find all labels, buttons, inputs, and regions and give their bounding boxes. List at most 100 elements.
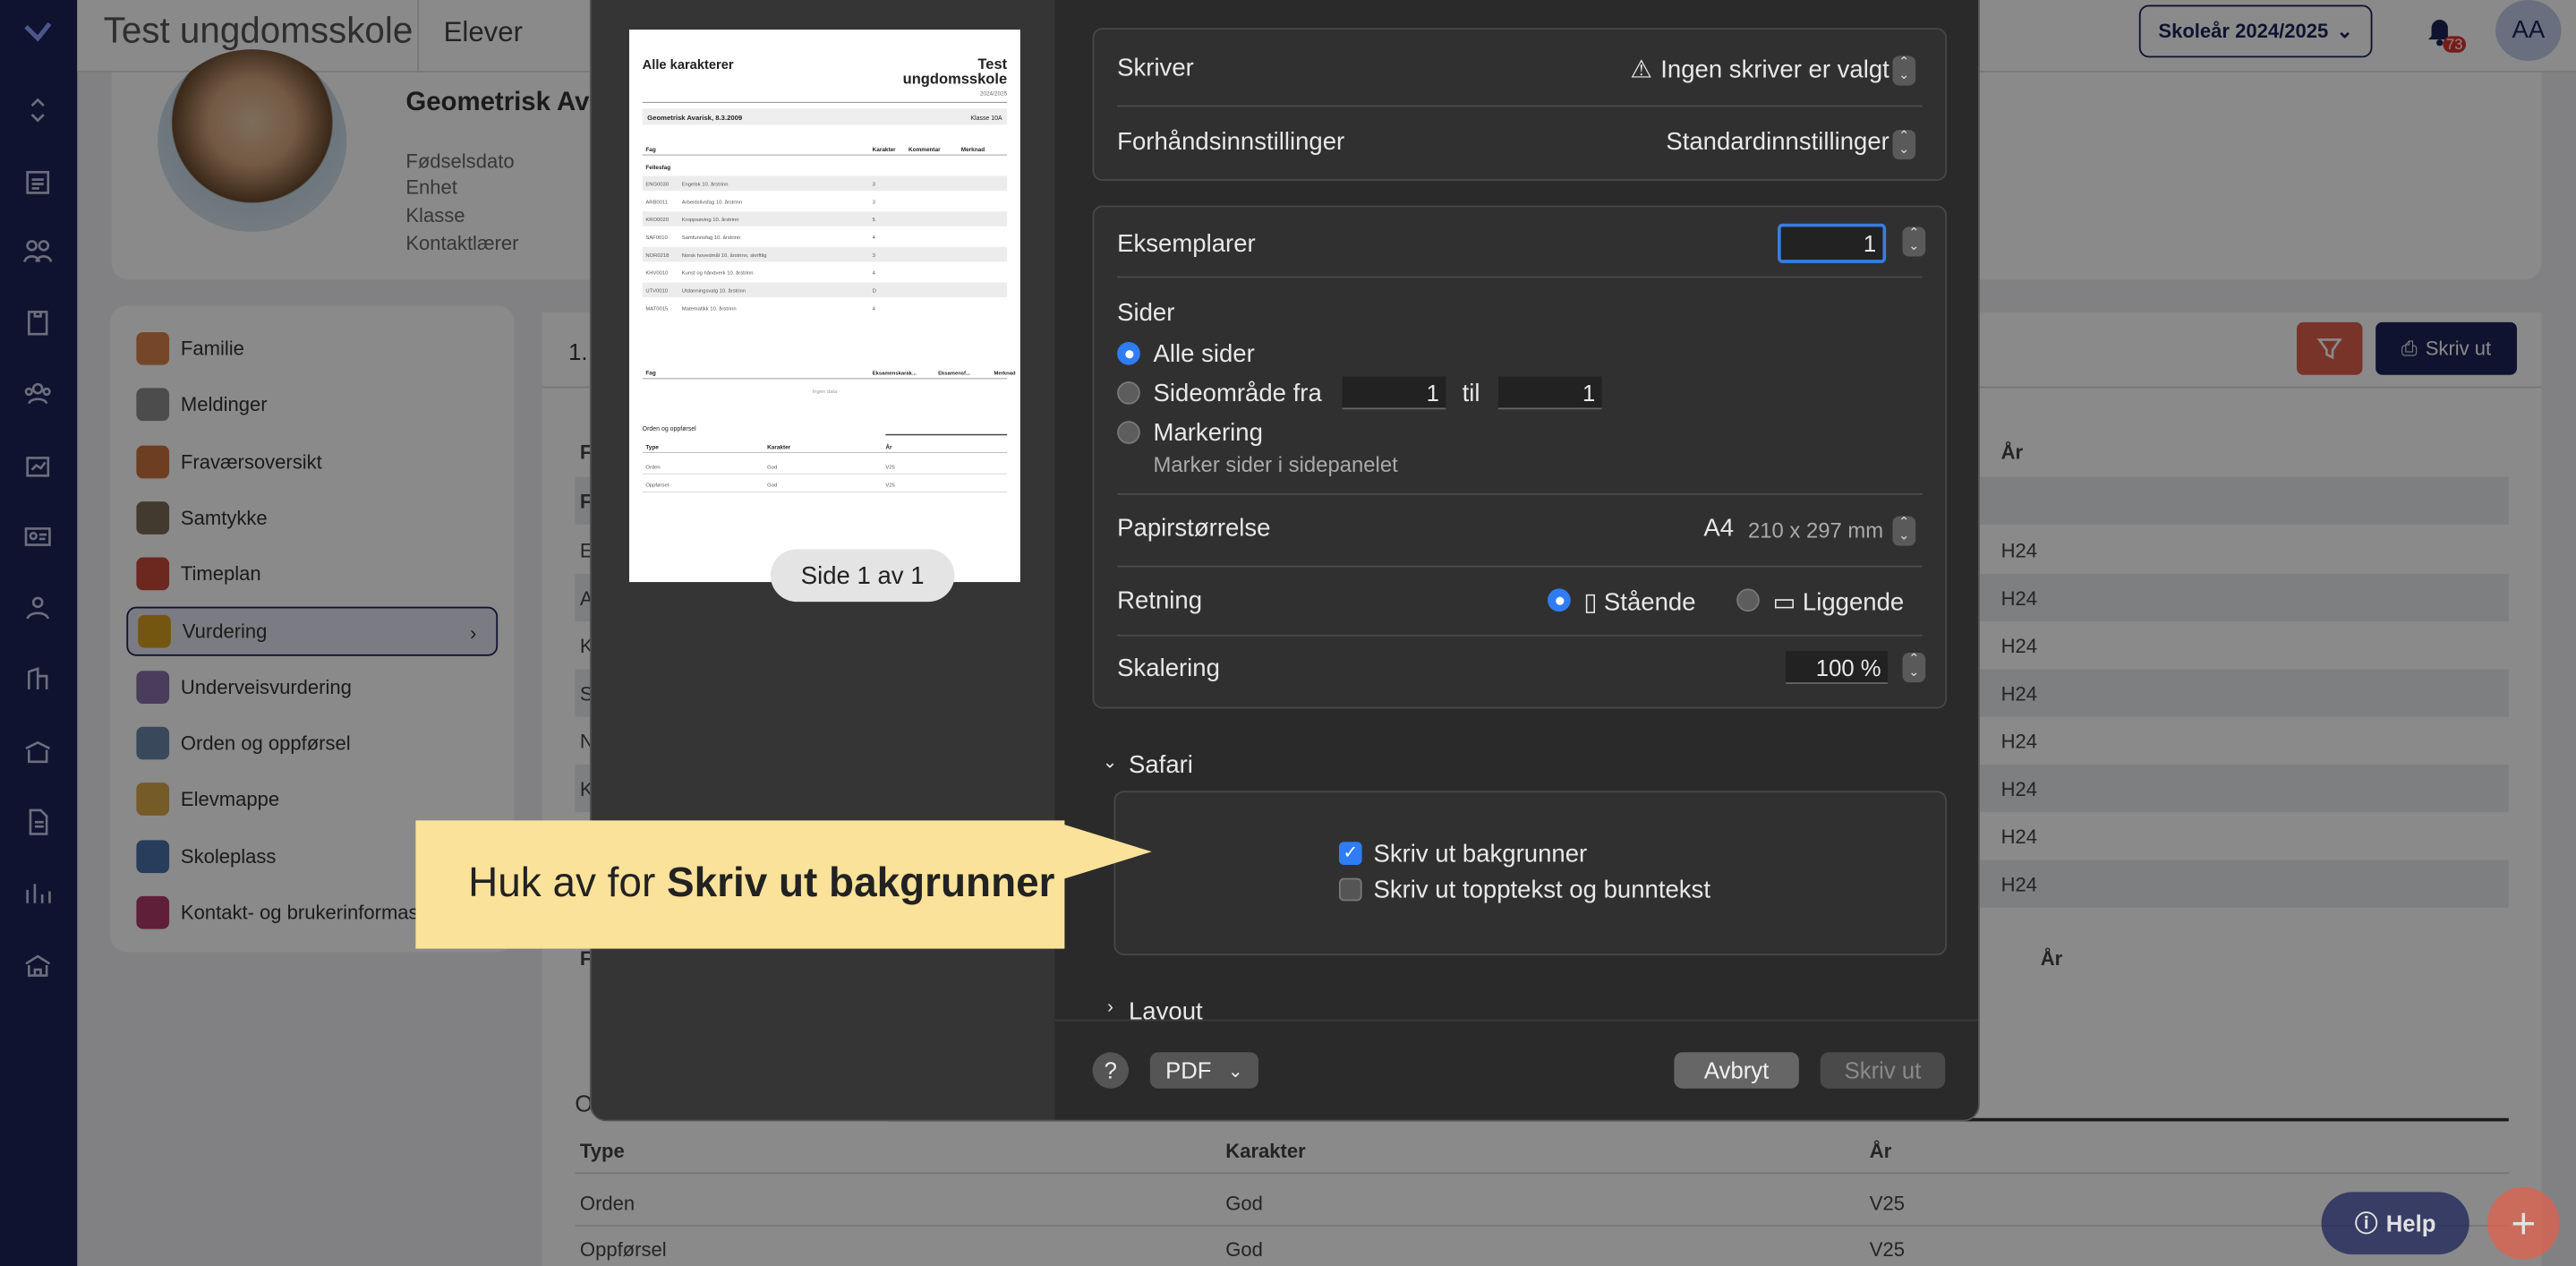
preview-code: KHV0010 <box>645 271 669 277</box>
preview-col: Merknad <box>994 372 1016 377</box>
selection-label: Markering <box>1153 419 1263 448</box>
preview-orden-year: V25 <box>885 483 895 489</box>
plus-icon: + <box>2511 1197 2537 1247</box>
help-button[interactable]: ⓘ Help <box>2321 1192 2469 1255</box>
preview-divider <box>642 154 1008 156</box>
paper-size-value[interactable]: A4 <box>1703 515 1734 543</box>
preview-grade: 4 <box>873 306 876 312</box>
paper-stepper-icon[interactable]: ⌃ ⌄ <box>1892 516 1916 546</box>
print-backgrounds-checkbox[interactable]: ✓ <box>1338 842 1362 865</box>
selection-hint: Marker sider i sidepanelet <box>1153 452 1398 477</box>
preview-col: Fag <box>645 147 655 153</box>
range-to-input[interactable]: 1 <box>1497 376 1602 410</box>
pages-label: Sider <box>1117 299 1175 328</box>
preview-col: Merknad <box>961 147 985 153</box>
divider <box>1117 565 1923 568</box>
print-headers-checkbox[interactable] <box>1338 877 1362 902</box>
all-pages-radio[interactable] <box>1117 341 1140 365</box>
preview-code: SAF0010 <box>645 235 668 241</box>
instruction-bold: Skriv ut bakgrunner <box>666 860 1055 906</box>
range-to-label: til <box>1462 380 1480 408</box>
preview-subject: Samfunnsfag 10. årstrinn <box>682 235 740 241</box>
safari-section-label[interactable]: Safari <box>1129 751 1193 779</box>
preview-subject: Kroppsøving 10. årstrinn <box>682 217 739 223</box>
preview-grade: 4 <box>873 235 876 241</box>
preview-grade: 4 <box>873 271 876 277</box>
scale-input[interactable]: 100 % <box>1786 651 1888 684</box>
printer-stepper-icon[interactable]: ⌃ ⌄ <box>1892 56 1916 86</box>
chevron-down-icon[interactable]: ⌄ <box>1103 751 1118 773</box>
page-indicator: Side 1 av 1 <box>770 549 955 603</box>
preview-col: Karakter <box>767 444 790 450</box>
preview-divider <box>885 433 1008 436</box>
presets-select[interactable]: Standardinnstillinger <box>1666 128 1889 156</box>
paper-size-label: Papirstørrelse <box>1117 514 1271 543</box>
chevron-right-icon[interactable]: › <box>1107 998 1113 1018</box>
screen: Test ungdomsskole Elever Skoleår 2024/20… <box>0 0 2576 1266</box>
preview-orden-grade: God <box>767 483 777 489</box>
divider <box>1117 105 1923 107</box>
portrait-radio[interactable] <box>1548 588 1571 612</box>
preview-col: Karakter <box>873 147 896 153</box>
warning-icon: ⚠ <box>1630 56 1653 84</box>
preview-col: Fag <box>645 371 655 377</box>
instruction-prefix: Huk av for <box>468 860 667 906</box>
question-icon: ⓘ <box>2354 1210 2378 1236</box>
portrait-label: Stående <box>1603 588 1696 617</box>
page-range-radio[interactable] <box>1117 381 1140 405</box>
preview-col: År <box>885 442 892 450</box>
preview-subject: Arbeidslivsfag 10. årstrinn <box>682 199 742 205</box>
print-submit-button[interactable]: Skriv ut <box>1820 1052 1946 1089</box>
preview-grade: 3 <box>873 200 875 205</box>
preview-code: MAT0015 <box>645 306 669 312</box>
page-range-label: Sideområde fra <box>1153 380 1322 408</box>
preview-code: ENG0030 <box>645 183 669 188</box>
preview-code: UTV0010 <box>645 289 668 295</box>
preview-nodata: Ingen data <box>813 389 838 395</box>
preview-title: Alle karakterer <box>643 58 734 73</box>
preview-grade: D <box>873 289 876 295</box>
print-backgrounds-label: Skriv ut bakgrunner <box>1373 840 1588 868</box>
divider <box>1117 634 1923 637</box>
presets-stepper-icon[interactable]: ⌃ ⌄ <box>1892 129 1916 160</box>
cancel-button[interactable]: Avbryt <box>1674 1052 1799 1089</box>
preview-class: Klasse 10A <box>970 115 1002 122</box>
preview-group: Fellesfag <box>645 165 670 171</box>
pdf-menu-button[interactable]: PDF ⌄ <box>1149 1052 1258 1089</box>
help-question-button[interactable]: ? <box>1092 1052 1129 1089</box>
preview-subject: Engelsk 10. årstrinn <box>682 182 729 188</box>
divider <box>1117 492 1923 495</box>
range-from-input[interactable]: 1 <box>1342 376 1446 410</box>
printer-label: Skriver <box>1117 54 1194 82</box>
landscape-radio[interactable] <box>1736 588 1760 612</box>
preview-col: Eksamenskarak... <box>873 372 917 377</box>
preview-subject: Matematikk 10. årstrinn <box>682 305 737 312</box>
copies-label: Eksemplarer <box>1117 230 1256 259</box>
selection-radio[interactable] <box>1117 421 1140 444</box>
print-preview-page[interactable]: Alle karakterer Test ungdomsskole 2024/2025… <box>628 30 1020 603</box>
landscape-label: Liggende <box>1802 588 1905 617</box>
copies-stepper-icon[interactable]: ⌃ ⌄ <box>1902 227 1926 257</box>
printer-value: Ingen skriver er valgt <box>1660 56 1889 84</box>
all-pages-label: Alle sider <box>1153 340 1255 369</box>
preview-code: ARB0011 <box>645 200 668 205</box>
scale-label: Skalering <box>1117 654 1220 683</box>
copies-input[interactable]: 1 <box>1778 223 1887 263</box>
chevron-down-icon: ⌄ <box>1227 1061 1243 1082</box>
preview-divider <box>642 452 1008 453</box>
preview-grade: 3 <box>873 253 875 259</box>
printer-select[interactable]: ⚠ Ingen skriver er valgt <box>1630 55 1889 84</box>
add-button[interactable]: + <box>2486 1186 2560 1260</box>
instruction-text: Huk av for Skriv ut bakgrunner <box>468 860 1054 907</box>
print-dialog: Alle karakterer Test ungdomsskole 2024/2025… <box>589 0 1980 1122</box>
scale-stepper-icon[interactable]: ⌃ ⌄ <box>1902 652 1926 683</box>
orientation-label: Retning <box>1117 586 1203 615</box>
paper-dims: 210 x 297 mm <box>1747 518 1884 543</box>
help-label: Help <box>2385 1210 2436 1236</box>
preview-year: 2024/2025 <box>980 91 1008 98</box>
preview-col: Eksamensf... <box>938 372 970 377</box>
preview-col: Kommentar <box>908 147 941 153</box>
preview-orden-grade: God <box>767 465 777 470</box>
preview-orden-type: Oppførsel <box>645 483 669 489</box>
safari-options: ✓ Skriv ut bakgrunner Skriv ut topptekst… <box>1113 791 1948 955</box>
